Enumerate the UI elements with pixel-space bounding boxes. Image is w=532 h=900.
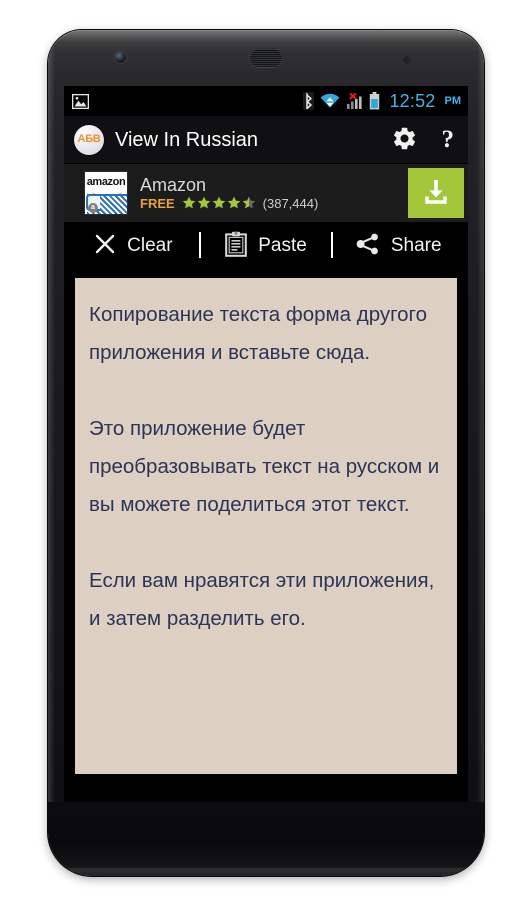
app-toolbar: Clear Paste Share (64, 222, 468, 268)
ad-app-name: Amazon (140, 175, 207, 195)
close-icon (94, 233, 116, 258)
settings-button[interactable] (389, 123, 420, 157)
device-bottom-edge (58, 868, 474, 874)
ad-price: FREE (140, 195, 175, 211)
app-icon-label: АБВ (77, 133, 101, 145)
battery-icon (369, 92, 380, 110)
bluetooth-icon (303, 92, 315, 110)
clear-button[interactable]: Clear (68, 222, 199, 268)
star-filled-icon (182, 196, 195, 209)
status-bar-clock: 12:52 (389, 91, 436, 111)
earpiece-speaker-icon (249, 48, 283, 68)
phone-device-frame: 12:52 PM АБВ View In Russian ? amazon a … (48, 30, 484, 876)
cell-signal-no-service-icon (346, 92, 363, 110)
android-status-bar: 12:52 PM (64, 86, 468, 116)
ad-meta-row: FREE (387,444) (140, 196, 318, 210)
app-launcher-icon: АБВ (74, 124, 104, 155)
ad-banner-content: amazon a Amazon FREE (387,444) (64, 168, 468, 218)
ad-banner[interactable]: amazon a Amazon FREE (387,444) (64, 164, 468, 222)
gear-icon (391, 125, 418, 155)
image-notification-icon (72, 93, 89, 109)
star-filled-icon (212, 196, 225, 209)
question-mark-icon: ? (441, 126, 455, 153)
wifi-icon (320, 93, 340, 109)
paste-label: Paste (258, 234, 307, 256)
status-bar-am-pm: PM (444, 94, 462, 107)
share-label: Share (390, 234, 442, 256)
text-paragraph: Это приложение будет преобразовывать тек… (89, 417, 440, 516)
front-camera-icon (115, 52, 126, 63)
device-bottom-chin (48, 802, 484, 876)
text-paragraph: Копирование текста форма другого приложе… (89, 303, 427, 364)
status-bar-notifications (72, 93, 89, 109)
status-bar-system-icons: 12:52 PM (303, 92, 461, 110)
device-right-sheen (477, 46, 484, 836)
star-half-icon (242, 196, 255, 209)
app-store-badge-icon: a (88, 203, 98, 213)
ad-install-button[interactable] (408, 168, 464, 218)
phone-screen: 12:52 PM АБВ View In Russian ? amazon a … (64, 86, 468, 802)
star-filled-icon (197, 196, 210, 209)
proximity-sensor-icon (403, 56, 411, 64)
download-icon (419, 175, 453, 212)
clear-label: Clear (127, 234, 173, 256)
ad-rating-count: (387,444) (262, 195, 319, 211)
share-button[interactable]: Share (333, 222, 464, 268)
clipboard-icon (225, 231, 248, 260)
paste-button[interactable]: Paste (201, 222, 332, 268)
share-icon (356, 233, 380, 258)
amazon-app-icon: amazon a (84, 171, 128, 215)
android-navigation-bar (64, 792, 468, 802)
help-button[interactable]: ? (440, 125, 457, 154)
ad-star-rating (182, 196, 256, 210)
app-action-bar: АБВ View In Russian ? (64, 116, 468, 164)
ad-text-block: Amazon FREE (387,444) (140, 176, 318, 210)
action-bar-buttons: ? (389, 123, 457, 157)
device-left-sheen (48, 46, 55, 836)
screenshot-stage: 12:52 PM АБВ View In Russian ? amazon a … (0, 0, 532, 900)
star-filled-icon (227, 196, 240, 209)
translated-text-field[interactable]: Копирование текста форма другого приложе… (75, 278, 457, 774)
page-title: View In Russian (115, 128, 259, 151)
content-area: Копирование текста форма другого приложе… (64, 268, 468, 792)
text-paragraph: Если вам нравятся эти приложения, и зате… (89, 569, 435, 630)
